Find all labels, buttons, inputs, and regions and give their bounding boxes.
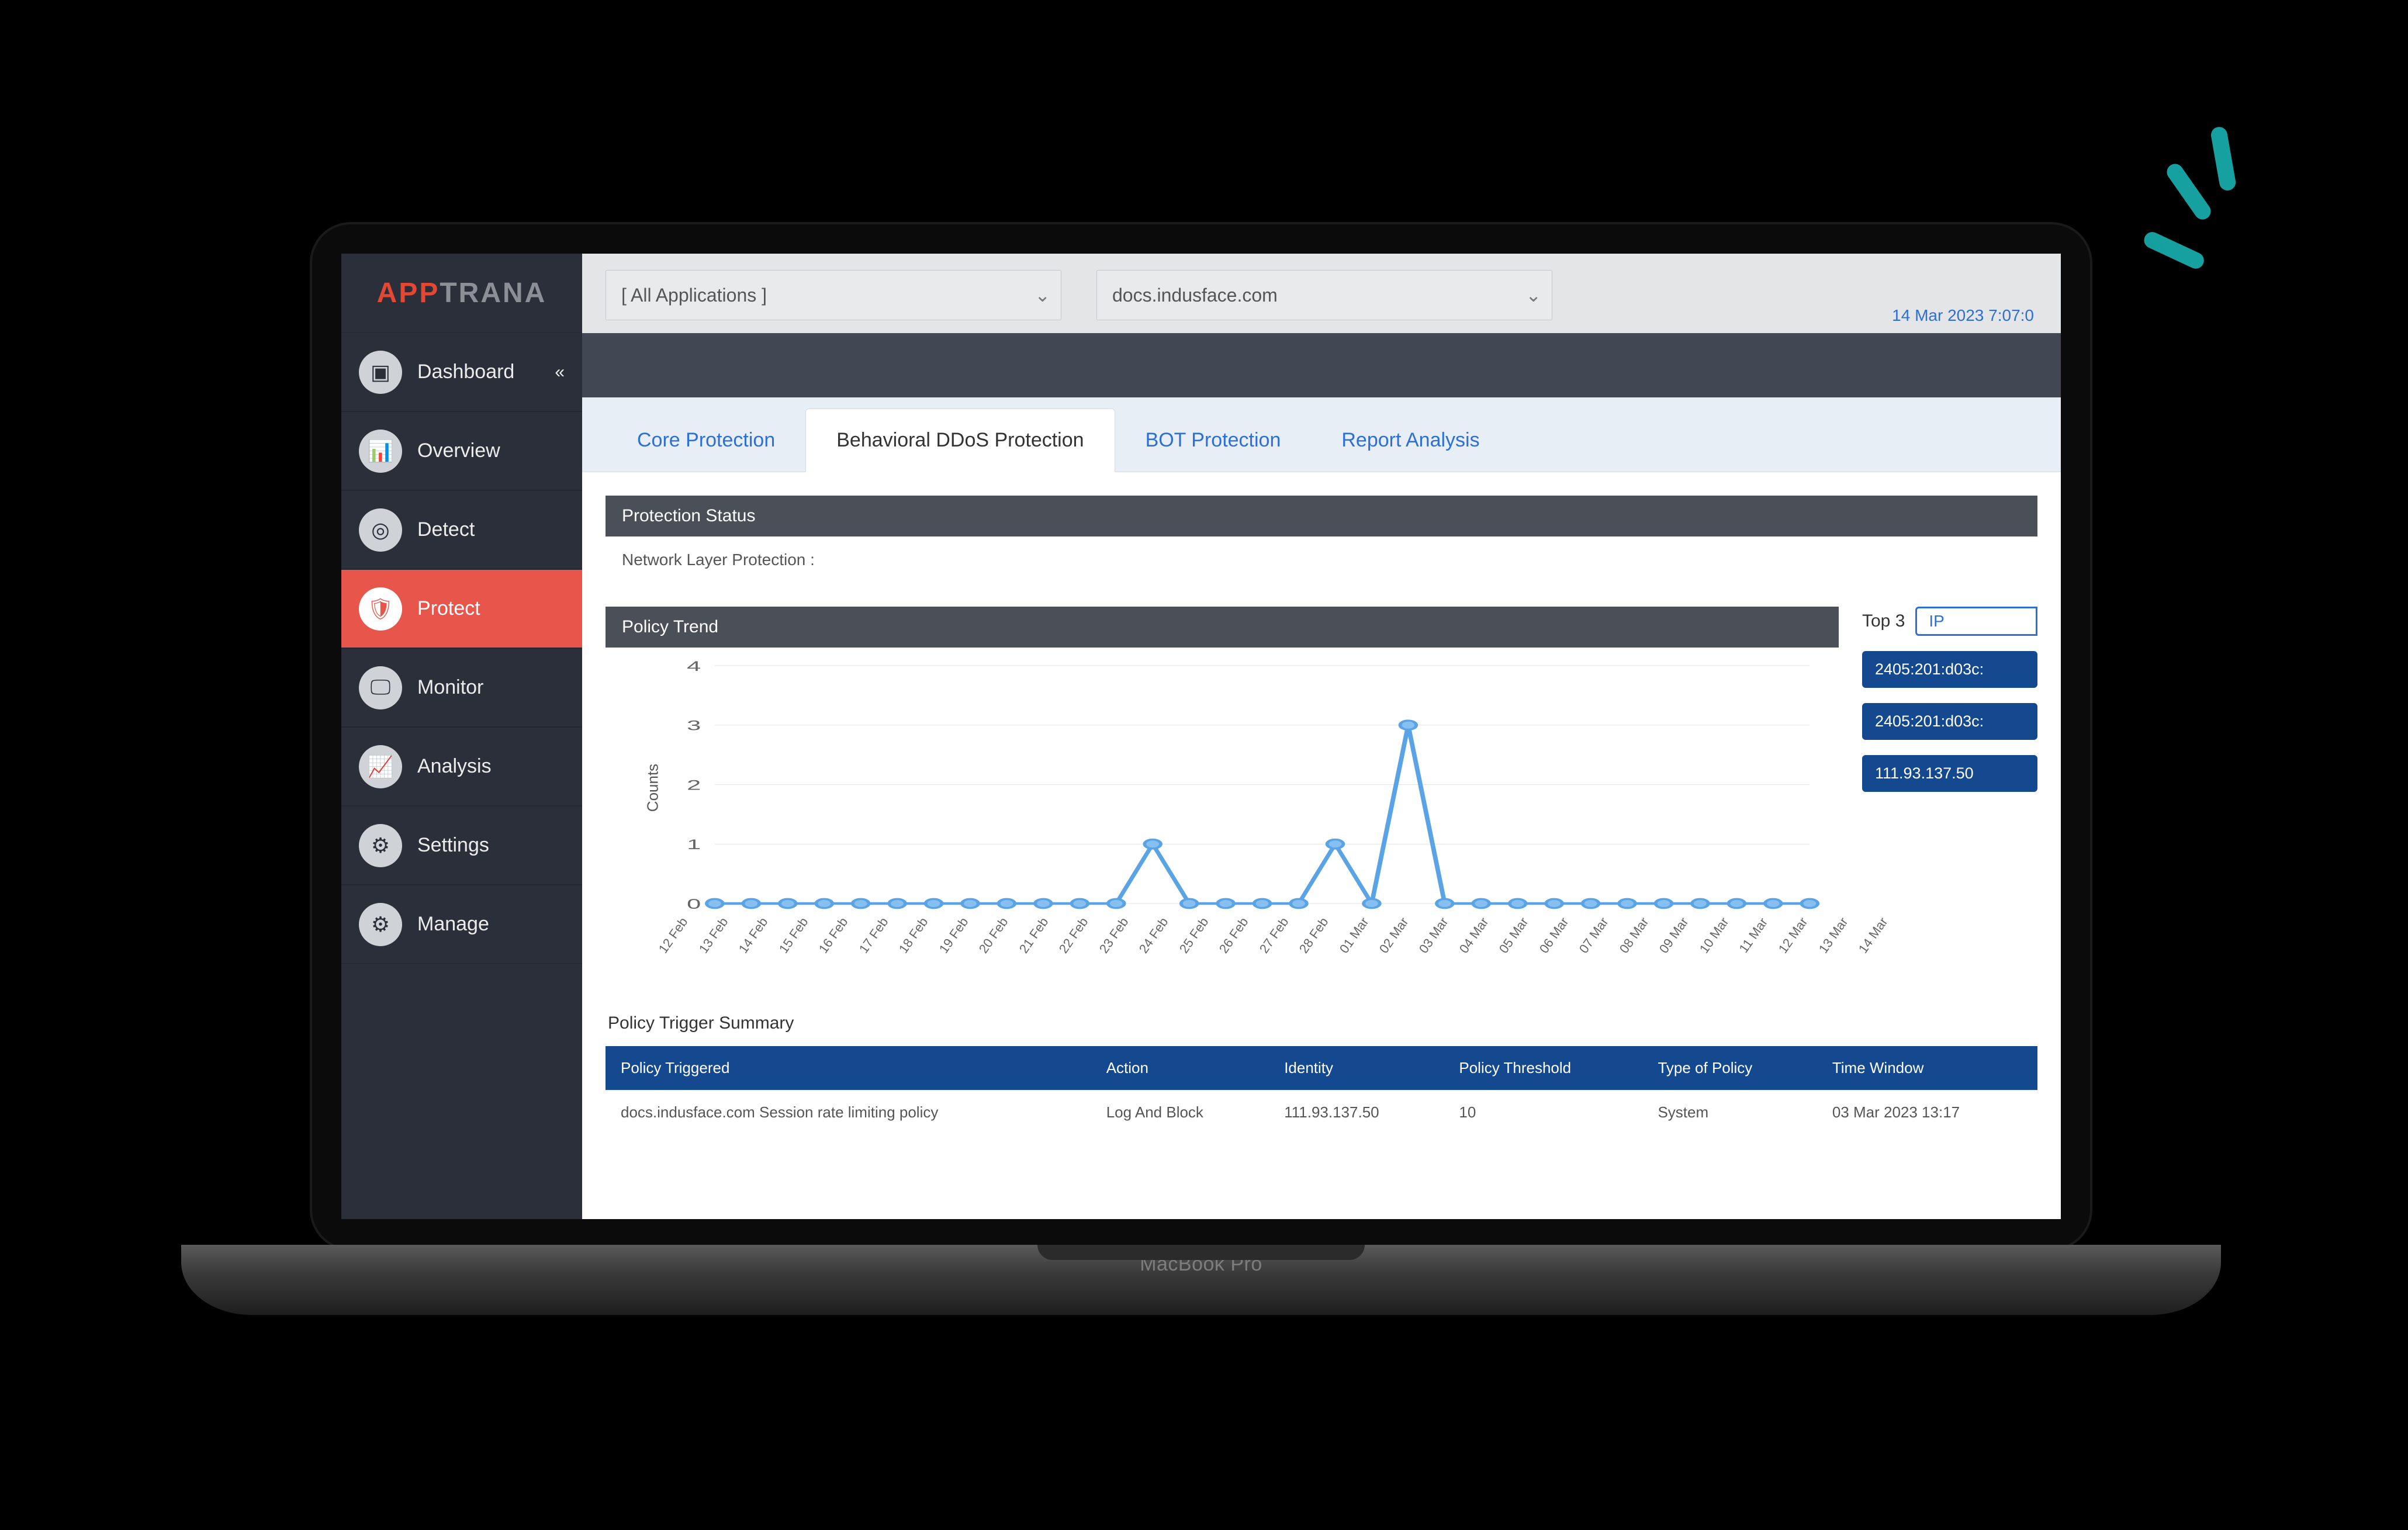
policy-trend-panel: Policy Trend Counts 01234 12 Feb13 Feb14… xyxy=(606,607,1839,978)
protection-status-body: Network Layer Protection : xyxy=(606,536,2037,583)
logo-part-2: TRANA xyxy=(440,277,546,309)
sidebar-item-label: Dashboard xyxy=(417,361,514,383)
sidebar-item-overview[interactable]: 📊 Overview xyxy=(341,411,582,490)
table-header: Type of Policy xyxy=(1642,1046,1817,1091)
sidebar-item-label: Settings xyxy=(417,834,489,857)
sidebar-item-analysis[interactable]: 📈 Analysis xyxy=(341,727,582,806)
chevron-down-icon: ⌄ xyxy=(1525,284,1541,306)
protect-icon: 🛡 xyxy=(359,587,402,631)
page-timestamp: 14 Mar 2023 7:07:0 xyxy=(1892,306,2034,325)
device-base: MacBook Pro xyxy=(181,1245,2221,1315)
analysis-icon: 📈 xyxy=(359,745,402,788)
sidebar-item-label: Manage xyxy=(417,913,489,936)
main-area: [ All Applications ] ⌄ docs.indusface.co… xyxy=(582,254,2061,1219)
chevron-down-icon: ⌄ xyxy=(1035,284,1050,306)
sidebar-item-protect[interactable]: 🛡 Protect xyxy=(341,569,582,648)
device-screen: APPTRANA ▣ Dashboard « 📊 Overview ◎ Detect 🛡 Pro… xyxy=(341,254,2061,1219)
table-cell: 10 xyxy=(1444,1091,1642,1135)
domain-filter-value: docs.indusface.com xyxy=(1112,285,1278,306)
tab-core-protection[interactable]: Core Protection xyxy=(607,409,805,472)
app-logo: APPTRANA xyxy=(341,254,582,333)
tab-behavioral-ddos-protection[interactable]: Behavioral DDoS Protection xyxy=(805,409,1115,472)
sidebar-item-monitor[interactable]: 🖵 Monitor xyxy=(341,648,582,727)
sidebar-item-dashboard[interactable]: ▣ Dashboard « xyxy=(341,333,582,411)
top3-label: Top 3 xyxy=(1862,611,1905,631)
table-cell: 111.93.137.50 xyxy=(1269,1091,1444,1135)
overview-icon: 📊 xyxy=(359,430,402,473)
settings-icon: ⚙ xyxy=(359,824,402,867)
protection-status-header: Protection Status xyxy=(606,496,2037,536)
sidebar-item-detect[interactable]: ◎ Detect xyxy=(341,490,582,569)
svg-text:3: 3 xyxy=(687,718,701,733)
top-ip-entry[interactable]: 2405:201:d03c: xyxy=(1862,651,2037,688)
top-ip-entry[interactable]: 2405:201:d03c: xyxy=(1862,703,2037,740)
table-header: Policy Threshold xyxy=(1444,1046,1642,1091)
application-filter-value: [ All Applications ] xyxy=(621,285,767,306)
svg-text:4: 4 xyxy=(687,659,701,674)
tab-bar: Core ProtectionBehavioral DDoS Protectio… xyxy=(582,397,2061,472)
sidebar-item-label: Protect xyxy=(417,597,480,620)
chart-y-axis-label: Counts xyxy=(644,764,662,812)
top-ip-entry[interactable]: 111.93.137.50 xyxy=(1862,755,2037,792)
table-cell: Log And Block xyxy=(1091,1091,1269,1135)
device-frame: APPTRANA ▣ Dashboard « 📊 Overview ◎ Detect 🛡 Pro… xyxy=(310,222,2092,1251)
logo-part-1: APP xyxy=(377,277,440,309)
sidebar-item-manage[interactable]: ⚙ Manage xyxy=(341,885,582,964)
accent-marks xyxy=(2157,146,2221,237)
sub-header-bar xyxy=(582,333,2061,397)
device-notch xyxy=(1090,224,1312,245)
chevron-left-icon: « xyxy=(555,362,565,382)
app-root: APPTRANA ▣ Dashboard « 📊 Overview ◎ Detect 🛡 Pro… xyxy=(341,254,2061,1219)
sidebar-item-settings[interactable]: ⚙ Settings xyxy=(341,806,582,885)
policy-trend-header: Policy Trend xyxy=(606,607,1839,648)
tab-report-analysis[interactable]: Report Analysis xyxy=(1311,409,1510,472)
table-cell: docs.indusface.com Session rate limiting… xyxy=(606,1091,1091,1135)
tab-bot-protection[interactable]: BOT Protection xyxy=(1115,409,1312,472)
device-shadow xyxy=(181,1315,2221,1379)
table-header: Policy Triggered xyxy=(606,1046,1091,1091)
policy-trend-chart: Counts 01234 12 Feb13 Feb14 Feb15 Feb16 … xyxy=(606,648,1839,978)
table-row: docs.indusface.com Session rate limiting… xyxy=(606,1091,2037,1135)
sidebar-item-label: Monitor xyxy=(417,676,483,699)
application-filter-select[interactable]: [ All Applications ] ⌄ xyxy=(606,270,1061,320)
sidebar-item-label: Detect xyxy=(417,518,475,541)
svg-text:2: 2 xyxy=(687,777,701,793)
table-header: Identity xyxy=(1269,1046,1444,1091)
trigger-summary-table: Policy TriggeredActionIdentityPolicy Thr… xyxy=(606,1046,2037,1134)
dashboard-icon: ▣ xyxy=(359,351,402,394)
sidebar-item-label: Overview xyxy=(417,439,500,462)
content-area: Protection Status Network Layer Protecti… xyxy=(582,472,2061,1219)
svg-text:0: 0 xyxy=(687,896,701,912)
domain-filter-select[interactable]: docs.indusface.com ⌄ xyxy=(1096,270,1552,320)
trigger-summary-title: Policy Trigger Summary xyxy=(608,1013,2037,1033)
sidebar: APPTRANA ▣ Dashboard « 📊 Overview ◎ Detect 🛡 Pro… xyxy=(341,254,582,1219)
detect-icon: ◎ xyxy=(359,508,402,552)
topbar: [ All Applications ] ⌄ docs.indusface.co… xyxy=(582,254,2061,333)
top3-type-select[interactable]: IP xyxy=(1915,607,2037,636)
svg-text:1: 1 xyxy=(687,837,701,853)
monitor-icon: 🖵 xyxy=(359,666,402,709)
table-header: Time Window xyxy=(1817,1046,2037,1091)
manage-icon: ⚙ xyxy=(359,903,402,946)
table-cell: System xyxy=(1642,1091,1817,1135)
sidebar-item-label: Analysis xyxy=(417,755,492,778)
table-cell: 03 Mar 2023 13:17 xyxy=(1817,1091,2037,1135)
table-header: Action xyxy=(1091,1046,1269,1091)
